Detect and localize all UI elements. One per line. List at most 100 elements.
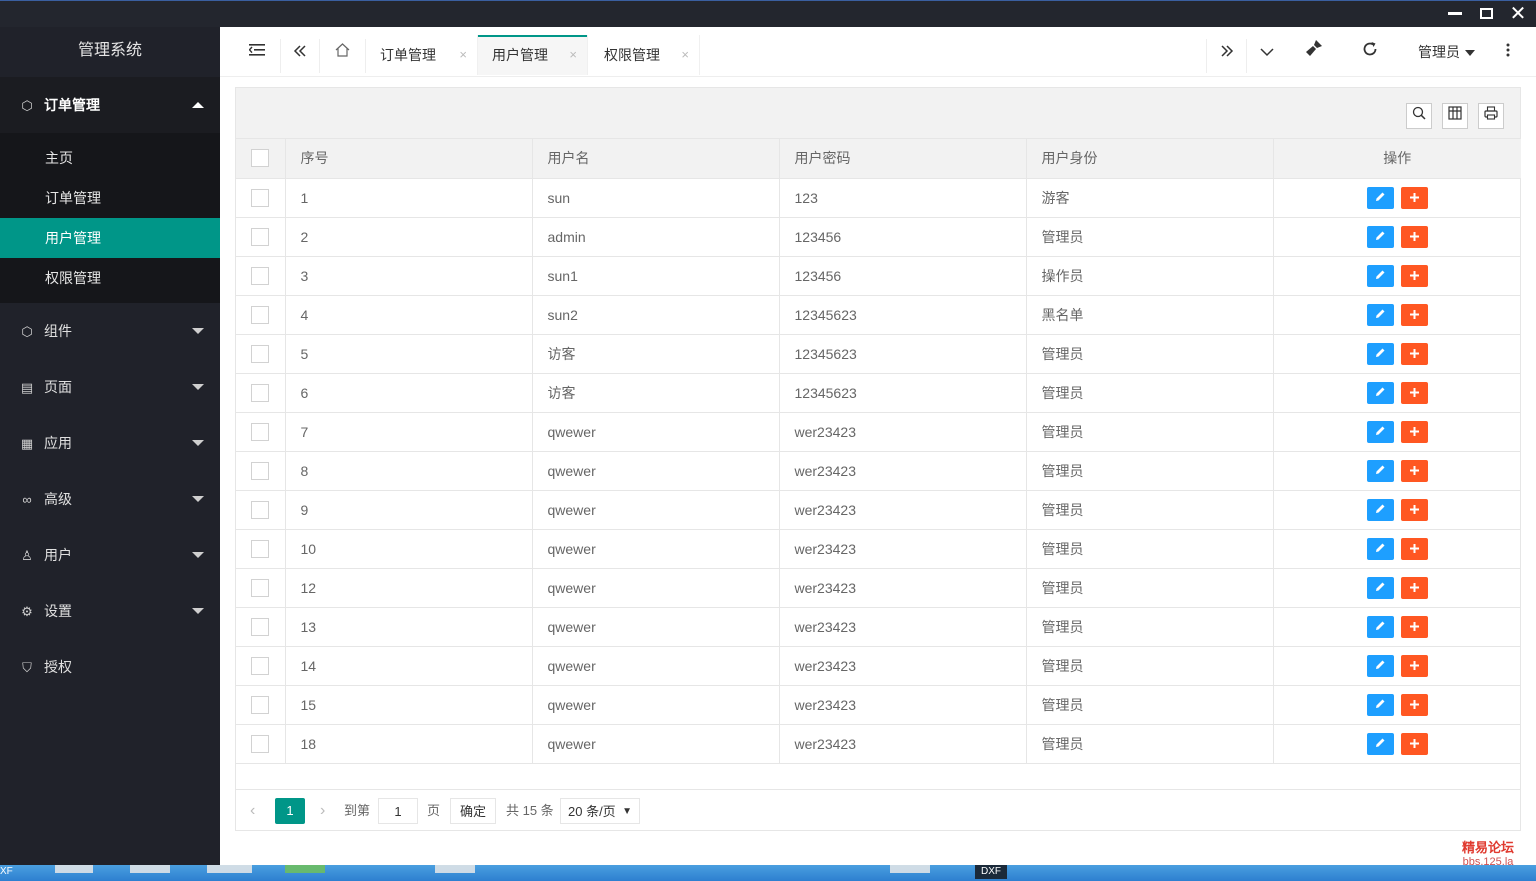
home-tab-button[interactable]: [322, 27, 362, 77]
row-checkbox[interactable]: [251, 188, 270, 207]
row-checkbox[interactable]: [251, 617, 270, 636]
plus-icon: [1409, 699, 1419, 709]
row-checkbox[interactable]: [251, 539, 270, 558]
nav-item-pages[interactable]: ▤ 页面: [0, 359, 220, 415]
nav-item-order-management[interactable]: ⬡ 订单管理: [0, 77, 220, 133]
confirm-goto-button[interactable]: 确定: [450, 798, 496, 824]
add-button[interactable]: [1400, 303, 1428, 326]
column-header-role[interactable]: 用户身份: [1026, 139, 1274, 179]
page-size-select[interactable]: 20 条/页 ▼: [560, 798, 640, 824]
tabs-dropdown-button[interactable]: [1248, 27, 1286, 77]
submenu-item-home[interactable]: 主页: [0, 138, 220, 178]
nav-item-advanced[interactable]: ∞ 高级: [0, 471, 220, 527]
nav-item-components[interactable]: ⬡ 组件: [0, 303, 220, 359]
row-checkbox[interactable]: [251, 383, 270, 402]
nav-item-settings[interactable]: ⚙ 设置: [0, 583, 220, 639]
row-checkbox[interactable]: [251, 461, 270, 480]
edit-button[interactable]: [1366, 654, 1394, 677]
nav-item-apps[interactable]: ▦ 应用: [0, 415, 220, 471]
submenu-item-orders[interactable]: 订单管理: [0, 178, 220, 218]
add-button[interactable]: [1400, 342, 1428, 365]
goto-page-input[interactable]: 1: [378, 798, 418, 824]
add-button[interactable]: [1400, 693, 1428, 716]
edit-button[interactable]: [1366, 576, 1394, 599]
search-button[interactable]: [1406, 103, 1432, 129]
next-page-button[interactable]: ›: [320, 798, 325, 824]
row-checkbox[interactable]: [251, 695, 270, 714]
columns-filter-button[interactable]: [1442, 103, 1468, 129]
row-checkbox[interactable]: [251, 578, 270, 597]
tabs-scroll-right-button[interactable]: [1208, 27, 1246, 77]
row-checkbox[interactable]: [251, 305, 270, 324]
edit-button[interactable]: [1366, 693, 1394, 716]
row-checkbox[interactable]: [251, 422, 270, 441]
add-button[interactable]: [1400, 654, 1428, 677]
select-all-checkbox[interactable]: [251, 149, 270, 168]
close-icon[interactable]: ×: [569, 35, 577, 75]
taskbar-app[interactable]: [207, 865, 252, 873]
edit-button[interactable]: [1366, 303, 1394, 326]
chevron-down-icon: [192, 384, 204, 390]
current-page[interactable]: 1: [275, 798, 305, 824]
edit-button[interactable]: [1366, 498, 1394, 521]
tab-permission-management[interactable]: 权限管理 ×: [590, 35, 700, 75]
row-checkbox[interactable]: [251, 500, 270, 519]
add-button[interactable]: [1400, 420, 1428, 443]
tab-order-management[interactable]: 订单管理 ×: [366, 35, 478, 75]
add-button[interactable]: [1400, 732, 1428, 755]
add-button[interactable]: [1400, 381, 1428, 404]
row-checkbox[interactable]: [251, 656, 270, 675]
row-checkbox[interactable]: [251, 344, 270, 363]
edit-button[interactable]: [1366, 225, 1394, 248]
minimize-button[interactable]: [1442, 3, 1468, 25]
edit-button[interactable]: [1366, 420, 1394, 443]
add-button[interactable]: [1400, 459, 1428, 482]
taskbar-app[interactable]: [130, 865, 170, 873]
close-icon[interactable]: ×: [681, 35, 689, 75]
edit-button[interactable]: [1366, 537, 1394, 560]
add-button[interactable]: [1400, 615, 1428, 638]
row-checkbox[interactable]: [251, 734, 270, 753]
column-header-password[interactable]: 用户密码: [779, 139, 1027, 179]
add-button[interactable]: [1400, 186, 1428, 209]
taskbar-app[interactable]: [435, 865, 475, 873]
refresh-button[interactable]: [1354, 27, 1386, 77]
taskbar-label: XF: [0, 866, 13, 877]
nav-item-authorization[interactable]: ⛉ 授权: [0, 639, 220, 695]
close-window-button[interactable]: ✕: [1505, 3, 1531, 25]
print-button[interactable]: [1478, 103, 1504, 129]
maximize-button[interactable]: [1473, 3, 1499, 25]
edit-button[interactable]: [1366, 615, 1394, 638]
taskbar-app-dxf[interactable]: DXF: [975, 865, 1007, 879]
cell-role: 管理员: [1026, 373, 1274, 413]
row-checkbox[interactable]: [251, 227, 270, 246]
edit-button[interactable]: [1366, 264, 1394, 287]
submenu-item-users[interactable]: 用户管理: [0, 218, 220, 258]
column-header-username[interactable]: 用户名: [532, 139, 780, 179]
edit-button[interactable]: [1366, 342, 1394, 365]
add-button[interactable]: [1400, 576, 1428, 599]
row-checkbox[interactable]: [251, 266, 270, 285]
taskbar-app[interactable]: [890, 865, 930, 873]
add-button[interactable]: [1400, 264, 1428, 287]
user-menu[interactable]: 管理员: [1418, 27, 1475, 77]
edit-button[interactable]: [1366, 381, 1394, 404]
more-button[interactable]: [1494, 27, 1522, 77]
close-icon[interactable]: ×: [459, 35, 467, 75]
prev-page-button[interactable]: ‹: [250, 798, 255, 824]
taskbar-app[interactable]: [55, 865, 93, 873]
taskbar-app[interactable]: [285, 865, 325, 873]
tabs-scroll-left-button[interactable]: [282, 27, 318, 77]
add-button[interactable]: [1400, 225, 1428, 248]
edit-button[interactable]: [1366, 459, 1394, 482]
add-button[interactable]: [1400, 498, 1428, 521]
edit-button[interactable]: [1366, 186, 1394, 209]
theme-button[interactable]: [1298, 27, 1330, 77]
edit-button[interactable]: [1366, 732, 1394, 755]
tab-user-management[interactable]: 用户管理 ×: [478, 35, 588, 75]
nav-item-user[interactable]: ♙ 用户: [0, 527, 220, 583]
menu-toggle-button[interactable]: [242, 27, 272, 77]
submenu-item-permissions[interactable]: 权限管理: [0, 258, 220, 298]
column-header-id[interactable]: 序号: [285, 139, 533, 179]
add-button[interactable]: [1400, 537, 1428, 560]
